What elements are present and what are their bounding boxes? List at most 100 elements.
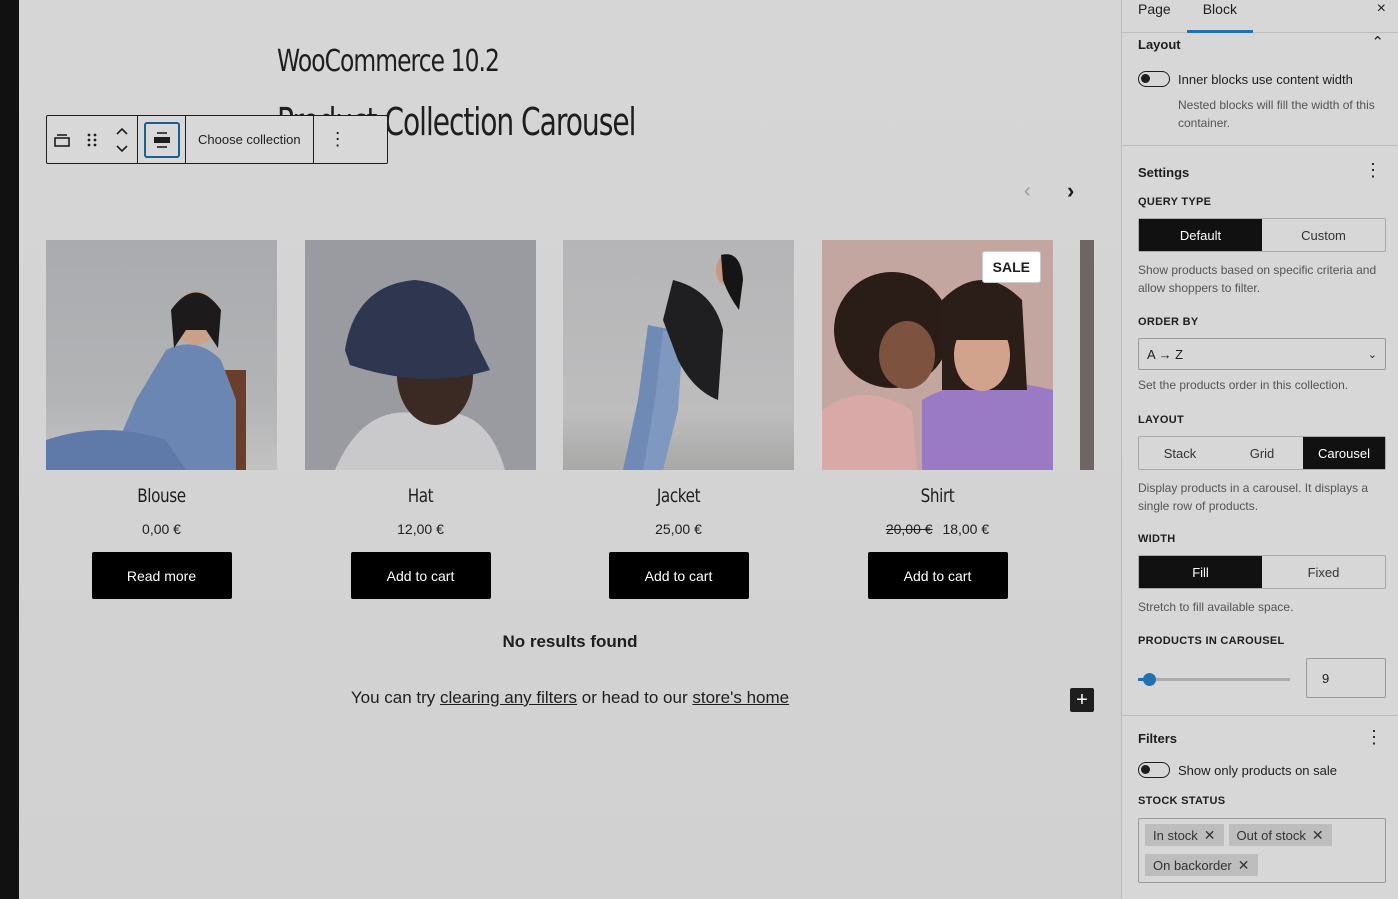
product-current-price: 0,00 € [142, 521, 181, 537]
stock-token: On backorder ✕ [1145, 854, 1258, 876]
remove-token-icon[interactable]: ✕ [1312, 827, 1324, 844]
product-image-shirt[interactable]: SALE [822, 240, 1053, 470]
products-count-input[interactable]: 9 [1306, 658, 1386, 698]
layout-help: Display products in a carousel. It displ… [1138, 481, 1369, 513]
layout-grid[interactable]: Grid [1221, 437, 1303, 469]
product-card: Blouse 0,00 € Read more [46, 240, 277, 599]
order-by-help: Set the products order in this collectio… [1138, 378, 1349, 392]
chevron-down-icon: ⌄ [1367, 348, 1377, 361]
product-current-price: 12,00 € [397, 521, 444, 537]
stock-token-label: On backorder [1153, 857, 1232, 873]
query-type-default[interactable]: Default [1139, 219, 1262, 251]
page-title[interactable]: WooCommerce 10.2 [277, 44, 500, 79]
width-fill[interactable]: Fill [1139, 556, 1262, 588]
block-type-icon[interactable] [47, 116, 77, 163]
settings-sidebar: Page Block × Layout ⌃ Inner blocks use c… [1121, 0, 1398, 899]
add-to-cart-button[interactable]: Add to cart [350, 552, 491, 599]
query-type-help: Show products based on specific criteria… [1138, 263, 1377, 295]
layout-panel-title[interactable]: Layout [1138, 37, 1181, 52]
carousel-next-button[interactable]: › [1067, 178, 1074, 204]
filters-more-icon[interactable]: ⋮ [1365, 727, 1383, 748]
product-card: Jacket 25,00 € Add to cart [563, 240, 794, 599]
content-width-toggle[interactable] [1138, 71, 1170, 87]
stock-token-label: Out of stock [1236, 827, 1306, 843]
remove-token-icon[interactable]: ✕ [1238, 857, 1250, 874]
sale-toggle-label: Show only products on sale [1178, 762, 1337, 778]
query-type-custom[interactable]: Custom [1262, 219, 1385, 251]
tab-block[interactable]: Block [1186, 0, 1253, 33]
clear-filters-link[interactable]: clearing any filters [440, 688, 577, 707]
product-card: Hat 12,00 € Add to cart [305, 240, 536, 599]
products-slider-thumb[interactable] [1142, 673, 1156, 686]
product-image-peek [1080, 240, 1094, 470]
products-slider[interactable] [1138, 673, 1290, 686]
plus-icon: + [1076, 688, 1088, 711]
product-price: 12,00 € [305, 521, 536, 537]
layout-toggle: Stack Grid Carousel [1138, 436, 1386, 470]
more-options-icon[interactable]: ⋮ [314, 116, 362, 163]
product-price: 0,00 € [46, 521, 277, 537]
product-name[interactable]: Hat [328, 485, 513, 507]
align-full-icon [153, 131, 170, 148]
settings-more-icon[interactable]: ⋮ [1364, 160, 1382, 181]
store-home-link[interactable]: store's home [692, 688, 789, 707]
content-width-help: Nested blocks will fill the width of thi… [1178, 98, 1375, 130]
stock-status-label: STOCK STATUS [1138, 795, 1226, 807]
chevron-up-icon[interactable]: ⌃ [1371, 33, 1384, 51]
product-card: SALE Shirt 20,00 € 18,00 € Add to cart [822, 240, 1053, 599]
settings-panel-title[interactable]: Settings [1138, 165, 1189, 180]
drag-handle-icon[interactable] [77, 116, 107, 163]
stock-token: Out of stock ✕ [1228, 824, 1332, 846]
query-type-toggle: Default Custom [1138, 218, 1386, 252]
product-price: 25,00 € [563, 521, 794, 537]
choose-collection-button[interactable]: Choose collection [186, 116, 314, 163]
stock-status-field[interactable]: In stock ✕ Out of stock ✕ On backorder ✕ [1138, 818, 1386, 883]
align-button[interactable] [138, 116, 186, 163]
width-label: WIDTH [1138, 533, 1176, 545]
product-price: 20,00 € 18,00 € [822, 521, 1053, 537]
add-to-cart-button[interactable]: Add to cart [608, 552, 749, 599]
sale-toggle-row: Show only products on sale [1138, 762, 1337, 778]
add-to-cart-button[interactable]: Add to cart [867, 552, 1008, 599]
carousel-prev-button[interactable]: ‹ [1024, 180, 1031, 203]
stock-token: In stock ✕ [1145, 824, 1224, 846]
block-toolbar: Choose collection ⋮ [46, 115, 388, 164]
no-results-hint: You can try clearing any filters or head… [19, 688, 1121, 708]
layout-carousel[interactable]: Carousel [1303, 437, 1385, 469]
read-more-button[interactable]: Read more [91, 552, 232, 599]
filters-panel-title[interactable]: Filters [1138, 731, 1177, 746]
product-name[interactable]: Shirt [845, 485, 1030, 507]
sale-badge: SALE [981, 251, 1041, 283]
width-toggle: Fill Fixed [1138, 555, 1386, 589]
product-image-jacket[interactable] [563, 240, 794, 470]
product-name[interactable]: Jacket [586, 485, 771, 507]
block-mover-group [47, 116, 138, 163]
remove-token-icon[interactable]: ✕ [1204, 827, 1216, 844]
product-image-blouse[interactable] [46, 240, 277, 470]
settings-panel: Settings ⋮ QUERY TYPE Default Custom Sho… [1122, 146, 1398, 716]
close-icon[interactable]: × [1377, 0, 1386, 18]
layout-stack[interactable]: Stack [1139, 437, 1221, 469]
query-type-label: QUERY TYPE [1138, 196, 1212, 208]
order-by-label: ORDER BY [1138, 316, 1199, 328]
no-results-title: No results found [502, 632, 638, 651]
sidebar-tabs: Page Block × [1122, 0, 1398, 33]
product-image-hat[interactable] [305, 240, 536, 470]
products-in-carousel-label: PRODUCTS IN CAROUSEL [1138, 635, 1285, 647]
product-name[interactable]: Blouse [69, 485, 254, 507]
content-width-toggle-label: Inner blocks use content width [1178, 71, 1353, 87]
product-current-price: 18,00 € [942, 521, 990, 537]
hint-middle: or head to our [577, 688, 693, 707]
content-width-toggle-row: Inner blocks use content width [1138, 71, 1353, 87]
editor-canvas: WooCommerce 10.2 Product Collection Caro… [19, 0, 1121, 899]
layout-panel: Layout ⌃ Inner blocks use content width … [1122, 33, 1398, 146]
product-current-price: 25,00 € [655, 521, 702, 537]
width-help: Stretch to fill available space. [1138, 600, 1294, 614]
add-block-button[interactable]: + [1070, 688, 1094, 712]
stock-token-label: In stock [1153, 827, 1198, 843]
move-up-down-icon[interactable] [107, 116, 137, 163]
sale-toggle[interactable] [1138, 762, 1170, 778]
order-by-select[interactable]: A → Z ⌄ [1138, 338, 1386, 370]
tab-page[interactable]: Page [1122, 0, 1187, 33]
width-fixed[interactable]: Fixed [1262, 556, 1385, 588]
